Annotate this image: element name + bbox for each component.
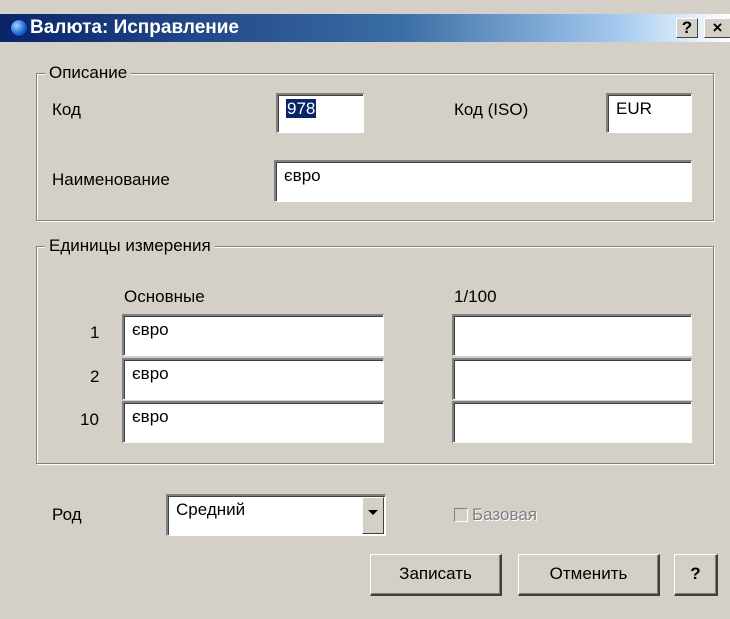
base-checkbox-label: Базовая — [472, 505, 537, 524]
code-field[interactable]: 978 — [276, 93, 364, 133]
fraction-units-header: 1/100 — [454, 287, 497, 306]
fraction-unit-field-3[interactable] — [452, 401, 692, 443]
iso-code-field[interactable]: EUR — [606, 93, 692, 133]
close-icon[interactable]: × — [704, 18, 730, 38]
app-globe-icon — [10, 19, 28, 37]
main-unit-field-2[interactable]: євро — [122, 358, 384, 400]
unit-qty-label: 1 — [90, 323, 100, 342]
description-legend: Описание — [45, 63, 132, 83]
base-checkbox[interactable] — [454, 508, 468, 522]
main-unit-field-1[interactable]: євро — [122, 314, 384, 356]
code-label: Код — [52, 100, 81, 119]
titlebar-help-button[interactable]: ? — [676, 18, 698, 38]
gender-label: Род — [52, 505, 82, 524]
gender-combobox[interactable]: Средний — [166, 494, 386, 536]
main-unit-field-3[interactable]: євро — [122, 401, 384, 443]
chevron-down-icon[interactable] — [362, 497, 384, 534]
iso-code-label: Код (ISO) — [454, 100, 529, 119]
gender-selected: Средний — [176, 500, 246, 519]
unit-qty-label: 10 — [80, 410, 99, 429]
fraction-unit-field-1[interactable] — [452, 314, 692, 356]
name-label: Наименование — [52, 170, 170, 189]
code-value: 978 — [286, 99, 317, 118]
main-units-header: Основные — [124, 287, 205, 306]
units-legend: Единицы измерения — [45, 236, 215, 256]
help-button[interactable]: ? — [674, 554, 718, 596]
title-bar[interactable]: Валюта: Исправление ? × — [0, 14, 730, 42]
window-title: Валюта: Исправление — [30, 17, 239, 38]
name-field[interactable]: євро — [274, 160, 692, 202]
currency-edit-dialog: Валюта: Исправление ? × Описание Код 978… — [0, 0, 730, 619]
cancel-button[interactable]: Отменить — [518, 554, 660, 596]
fraction-unit-field-2[interactable] — [452, 358, 692, 400]
unit-qty-label: 2 — [90, 367, 100, 386]
save-button[interactable]: Записать — [370, 554, 502, 596]
